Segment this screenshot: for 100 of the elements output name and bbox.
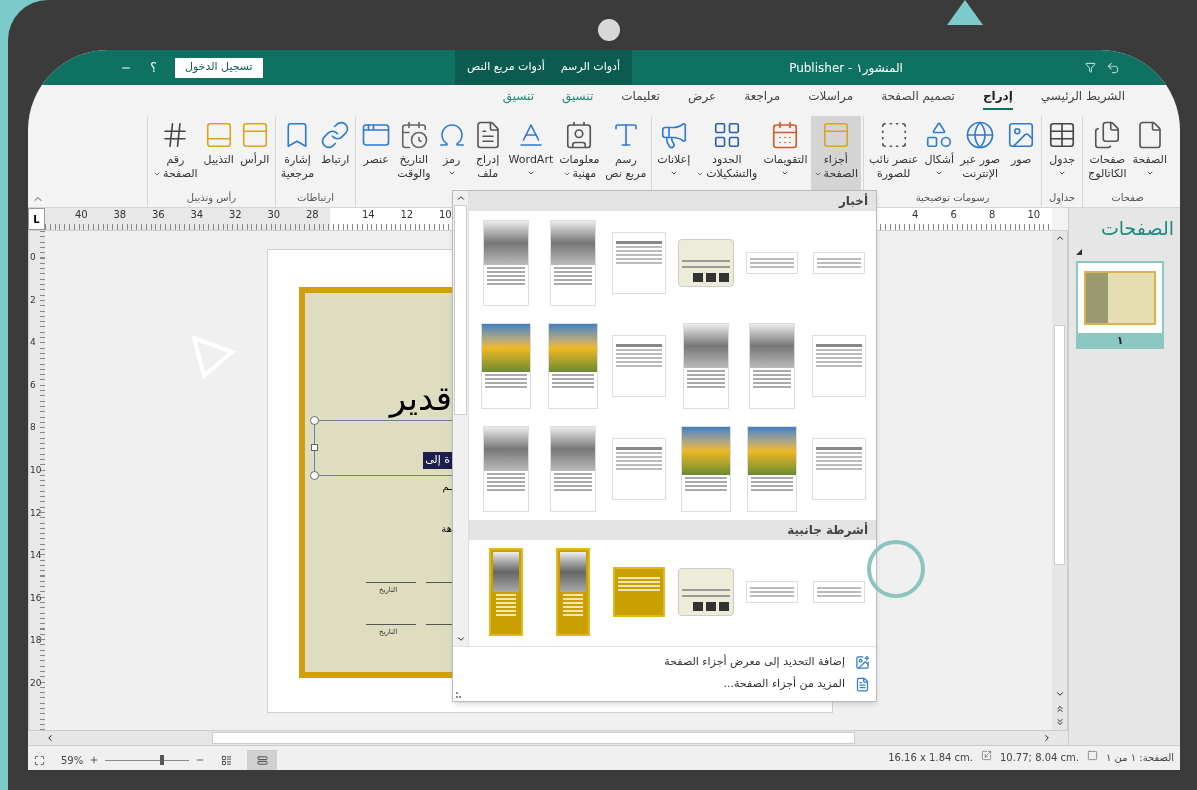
ribbon-button[interactable]: جدول [1044,116,1081,190]
page-part-thumbnail[interactable] [549,219,596,306]
page-part-thumbnail[interactable] [613,566,666,617]
page-part-thumbnail[interactable] [483,425,530,512]
group-label: جداول [1048,191,1076,205]
ribbon-button[interactable]: ارتباط [317,116,354,190]
ribbon-button[interactable]: التاريخ والوقت [394,116,434,190]
page-part-thumbnail[interactable] [680,425,731,512]
gallery-menu-item[interactable]: المزيد من أجزاء الصفحة... [453,673,870,695]
scroll-down-icon[interactable] [455,634,466,644]
ribbon-button[interactable]: معلومات مهنية [556,116,603,190]
gallery-menu-item[interactable]: إضافة التحديد إلى معرض أجزاء الصفحة [453,651,870,673]
ribbon-button[interactable]: إعلانات [654,116,694,190]
page-part-thumbnail[interactable] [747,425,798,512]
ribbon-tab[interactable]: الشريط الرئيسي [1040,87,1125,110]
ruler-number: 28 [306,210,319,220]
resize-handle[interactable] [311,444,318,451]
ribbon-button[interactable]: أجزاء الصفحة [810,116,862,190]
ribbon-tab[interactable]: تصميم الصفحة [881,87,955,110]
page-part-thumbnail[interactable] [547,322,598,409]
page-part-thumbnail[interactable] [612,437,667,500]
scroll-thumb[interactable] [454,205,467,415]
page-part-thumbnail[interactable] [812,580,865,603]
scroll-thumb[interactable] [212,732,855,744]
ribbon-button[interactable]: إشارة مرجعية [277,116,318,190]
ribbon-button[interactable]: أشكال [921,116,958,190]
ruler-number: 10 [30,466,42,475]
ruler-number: 8 [989,210,996,220]
ribbon-button[interactable]: عنصر [358,116,395,190]
globe-icon [965,120,996,150]
size-icon [980,750,992,761]
previous-page-icon[interactable] [1054,704,1065,714]
vertical-scrollbar[interactable] [1052,231,1068,730]
help-button[interactable]: ؟ [150,57,157,78]
resize-grip-icon[interactable] [456,692,461,698]
page-part-thumbnail[interactable] [555,547,590,636]
page-part-thumbnail[interactable] [682,322,729,409]
scroll-thumb[interactable] [1054,325,1065,565]
next-page-icon[interactable] [1054,717,1065,727]
ribbon-button[interactable]: رمز [433,116,470,190]
ruler-number: 10 [439,210,452,220]
page-part-thumbnail[interactable] [812,251,865,274]
resize-handle[interactable] [310,471,319,480]
ribbon-button[interactable]: الصفحة [1129,116,1170,190]
scroll-left-icon[interactable] [45,733,55,743]
scroll-down-icon[interactable] [1054,689,1065,699]
ruler-number: 6 [950,210,957,220]
page-part-thumbnail[interactable] [489,547,524,636]
page-part-thumbnail[interactable] [677,567,734,616]
ribbon-button[interactable]: الحدود والتشكيلات [693,116,761,190]
customize-icon[interactable] [1085,62,1096,73]
ribbon-button[interactable]: صور عبر الإنترنت [957,116,1004,190]
ribbon-button[interactable]: عنصر نائب للصورة [866,116,922,190]
scroll-right-icon[interactable] [1042,733,1052,743]
ribbon-tab[interactable]: تعليمات [621,87,660,110]
ribbon-button[interactable]: الرأس [236,116,273,190]
ribbon-button[interactable]: صور [1003,116,1040,190]
zoom-percent: 59% [61,753,84,768]
ribbon-button[interactable]: رسم مربع نص [602,116,650,190]
page-indicator: الصفحة: ١ من ١ [1106,751,1174,765]
ribbon-tab[interactable]: مراسلات [808,87,854,110]
page-part-thumbnail[interactable] [549,425,596,512]
undo-icon[interactable] [1106,60,1120,75]
fit-page-icon[interactable] [34,754,45,766]
tab-stop-selector[interactable]: L [28,208,45,230]
ruler-number: 34 [190,210,204,220]
ribbon-button[interactable]: التقويمات [760,116,811,190]
zoom-slider-thumb[interactable] [159,755,164,765]
ribbon-tab[interactable]: إدراج [982,87,1013,110]
ribbon-button[interactable]: إدراج ملف [469,116,506,190]
page-part-thumbnail[interactable] [746,580,799,603]
sign-in-button[interactable]: تسجيل الدخول [174,57,263,78]
ribbon-button[interactable]: رقم الصفحة [150,116,201,190]
page-part-thumbnail[interactable] [811,334,866,397]
resize-handle[interactable] [310,416,319,425]
zoom-in-icon[interactable] [89,755,100,765]
page-part-thumbnail[interactable] [746,251,799,274]
ribbon-tab[interactable]: تنسيق [502,87,534,110]
gallery-scrollbar[interactable] [453,191,469,646]
ruler-number: 6 [30,380,36,390]
ribbon-button[interactable]: التذييل [200,116,237,190]
page-part-thumbnail[interactable] [749,322,796,409]
page-part-thumbnail[interactable] [483,219,530,306]
view-button[interactable] [247,750,278,770]
page-part-thumbnail[interactable] [481,322,532,409]
horizontal-scrollbar[interactable] [28,730,1068,745]
page-part-thumbnail[interactable] [811,437,866,500]
ribbon-button[interactable]: WordArt [505,116,557,190]
ribbon-button[interactable]: صفحات الكاتالوج [1085,116,1130,190]
caret-icon [669,169,678,177]
ribbon-tab[interactable]: تنسيق [562,87,594,110]
page-part-thumbnail[interactable] [612,231,667,294]
page-thumbnail[interactable]: ١ [1076,260,1164,349]
scroll-up-icon[interactable] [455,193,466,203]
scroll-up-icon[interactable] [1054,233,1065,243]
page-part-thumbnail[interactable] [677,238,734,287]
page-part-thumbnail[interactable] [612,334,667,397]
zoom-slider[interactable] [105,755,190,765]
ribbon-tab[interactable]: عرض [687,87,717,110]
ribbon-tab[interactable]: مراجعة [744,87,781,110]
